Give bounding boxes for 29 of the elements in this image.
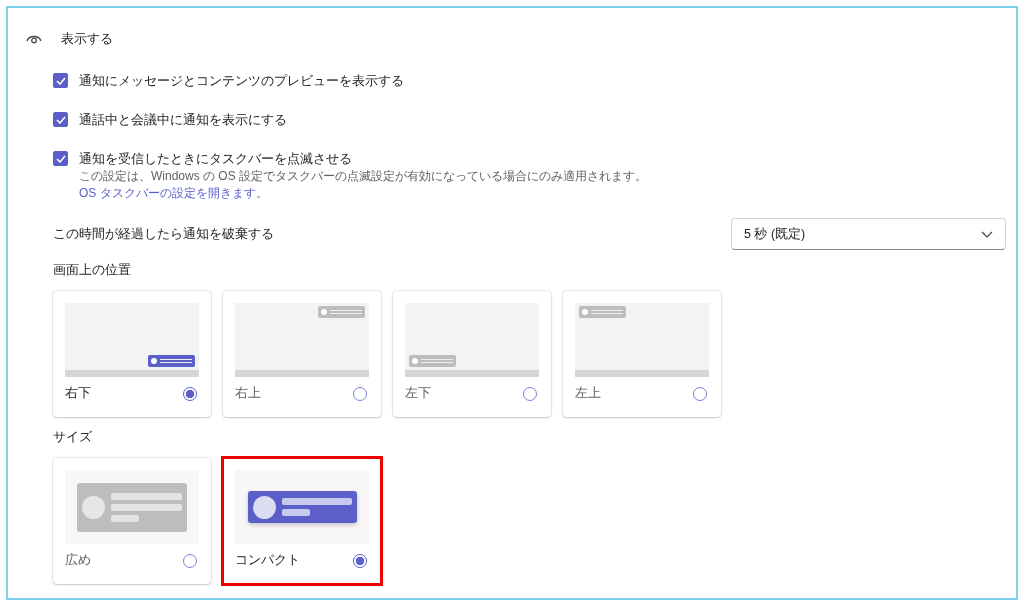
size-label: サイズ	[53, 429, 93, 446]
checkbox-label: 通知にメッセージとコンテンツのプレビューを表示する	[79, 73, 404, 90]
checkbox[interactable]	[53, 73, 68, 88]
section-title: 表示する	[61, 30, 113, 48]
option-label: 左下	[405, 385, 431, 402]
chevron-icon	[981, 230, 993, 238]
option-label: 右上	[235, 385, 261, 402]
dismiss-label: この時間が経過したら通知を破棄する	[53, 225, 274, 243]
position-label: 画面上の位置	[53, 262, 132, 279]
position-option-card[interactable]: 左上	[563, 291, 721, 417]
checkbox-label: 通話中と会議中に通知を表示にする	[79, 112, 287, 129]
option-label: 広め	[65, 552, 91, 569]
size-option-card[interactable]: コンパクト	[223, 458, 381, 584]
settings-link[interactable]: OS タスクバーの設定を開きます。	[79, 185, 268, 202]
checkbox-label: 通知を受信したときにタスクバーを点滅させる	[79, 151, 352, 168]
duration-dropdown[interactable]: 5 秒 (既定)	[731, 218, 1006, 250]
eye-icon	[26, 33, 42, 45]
position-option-card[interactable]: 右上	[223, 291, 381, 417]
option-label: 右下	[65, 385, 91, 402]
checkbox[interactable]	[53, 151, 68, 166]
position-option-card[interactable]: 左下	[393, 291, 551, 417]
size-option-card[interactable]: 広め	[53, 458, 211, 584]
note-text: この設定は、Windows の OS 設定でタスクバーの点滅設定が有効になっている場合にのみ適用されます。	[79, 168, 648, 185]
radio-button[interactable]	[353, 553, 367, 568]
option-label: 左上	[575, 385, 601, 402]
option-label: コンパクト	[235, 552, 300, 569]
radio-button[interactable]	[183, 386, 197, 401]
position-option-card[interactable]: 右下	[53, 291, 211, 417]
checkbox[interactable]	[53, 112, 68, 127]
